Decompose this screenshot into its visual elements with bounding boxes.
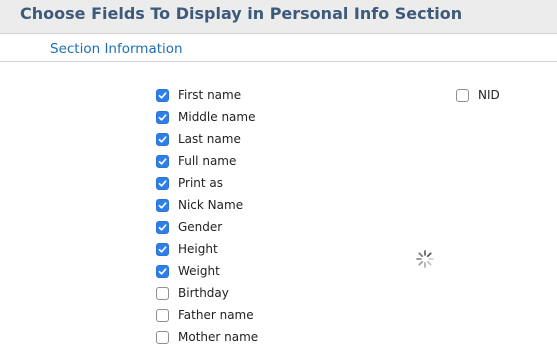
field-label: Birthday xyxy=(178,286,229,300)
checkbox[interactable] xyxy=(156,176,169,190)
checkbox[interactable] xyxy=(156,88,169,102)
checkmark-icon xyxy=(158,201,167,209)
spinner-tick xyxy=(426,252,432,258)
field-middle-name[interactable]: Middle name xyxy=(156,109,255,125)
spinner-tick xyxy=(418,252,424,258)
checkbox[interactable] xyxy=(156,220,169,234)
field-mother-name[interactable]: Mother name xyxy=(156,329,258,345)
checkmark-icon xyxy=(158,267,167,275)
field-full-name[interactable]: Full name xyxy=(156,153,236,169)
checkbox[interactable] xyxy=(156,242,169,256)
field-height[interactable]: Height xyxy=(156,241,218,257)
field-nid[interactable]: NID xyxy=(456,87,500,103)
checkmark-icon xyxy=(158,179,167,187)
checkmark-icon xyxy=(158,113,167,121)
field-label: Full name xyxy=(178,154,237,168)
checkmark-icon xyxy=(158,91,167,99)
spinner-tick xyxy=(418,260,424,266)
checkbox[interactable] xyxy=(156,132,169,146)
field-label: Print as xyxy=(178,176,224,190)
field-label: NID xyxy=(478,88,500,102)
checkbox[interactable] xyxy=(156,154,169,168)
spinner-tick xyxy=(426,260,432,266)
checkmark-icon xyxy=(158,135,167,143)
loading-spinner-icon xyxy=(415,249,435,269)
field-nick-name[interactable]: Nick Name xyxy=(156,197,243,213)
checkmark-icon xyxy=(158,157,167,165)
field-label: First name xyxy=(178,88,242,102)
field-last-name[interactable]: Last name xyxy=(156,131,241,147)
checkbox[interactable] xyxy=(156,308,169,322)
checkbox[interactable] xyxy=(156,110,169,124)
field-birthday[interactable]: Birthday xyxy=(156,285,229,301)
field-label: Father name xyxy=(178,308,254,322)
checkbox[interactable] xyxy=(156,330,169,344)
field-print-as[interactable]: Print as xyxy=(156,175,223,191)
checkbox[interactable] xyxy=(156,286,169,300)
field-label: Gender xyxy=(178,220,223,234)
field-label: Height xyxy=(178,242,218,256)
section-title: Section Information xyxy=(50,41,183,57)
page-header: Choose Fields To Display in Personal Inf… xyxy=(0,0,557,34)
checkbox[interactable] xyxy=(456,88,469,102)
page-title: Choose Fields To Display in Personal Inf… xyxy=(20,4,463,23)
checkmark-icon xyxy=(158,245,167,253)
checkmark-icon xyxy=(158,223,167,231)
checkbox[interactable] xyxy=(156,198,169,212)
field-label: Mother name xyxy=(178,330,259,344)
field-weight[interactable]: Weight xyxy=(156,263,220,279)
checkbox[interactable] xyxy=(156,264,169,278)
field-gender[interactable]: Gender xyxy=(156,219,222,235)
section-header: Section Information xyxy=(0,40,557,62)
field-label: Nick Name xyxy=(178,198,244,212)
field-label: Middle name xyxy=(178,110,256,124)
field-label: Last name xyxy=(178,132,241,146)
field-father-name[interactable]: Father name xyxy=(156,307,254,323)
spinner-svg xyxy=(416,250,434,268)
field-first-name[interactable]: First name xyxy=(156,87,241,103)
field-label: Weight xyxy=(178,264,220,278)
